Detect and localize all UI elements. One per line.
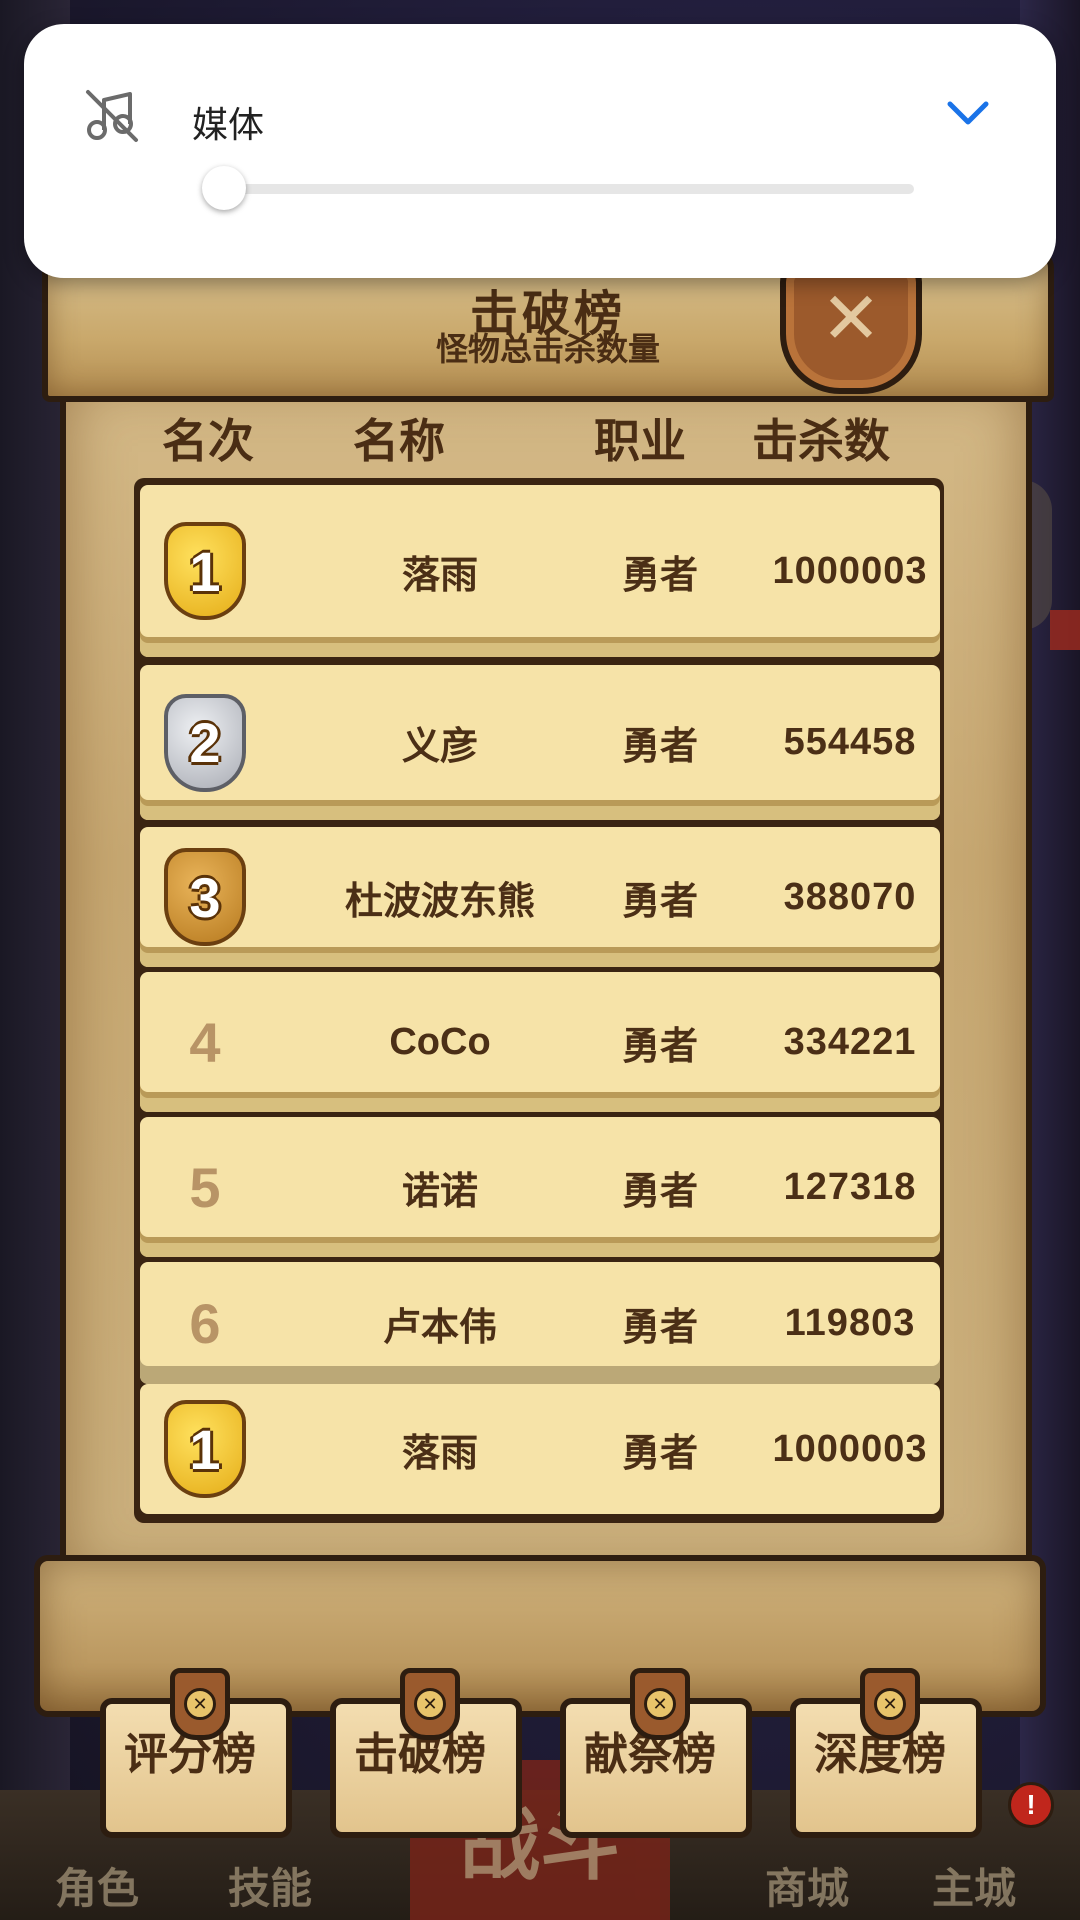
nav-item-role[interactable]: 角色 bbox=[55, 1855, 139, 1916]
rank-cell: 1 bbox=[140, 485, 270, 657]
table-row: 4 CoCo 勇者 334221 bbox=[140, 972, 940, 1112]
player-job: 勇者 bbox=[621, 880, 698, 923]
player-kills: 1000003 bbox=[772, 1427, 928, 1470]
player-name: 义彦 bbox=[401, 726, 478, 768]
player-job: 勇者 bbox=[621, 1306, 698, 1349]
background-banner bbox=[1050, 610, 1080, 650]
column-header-kills: 击杀数 bbox=[752, 415, 890, 467]
player-kills: 554458 bbox=[783, 721, 917, 763]
nav-item-shop[interactable]: 商城 bbox=[765, 1855, 849, 1916]
volume-slider-track[interactable] bbox=[204, 184, 914, 194]
rank-number: 5 bbox=[189, 1155, 221, 1219]
table-row: 2 义彦 勇者 554458 bbox=[140, 665, 940, 820]
rank-cell: 3 bbox=[140, 827, 270, 967]
pin-icon: ✕ bbox=[170, 1668, 230, 1740]
nav-item-town[interactable]: 主城 bbox=[932, 1855, 1016, 1916]
player-name: CoCo bbox=[389, 1020, 491, 1063]
rank-number: 6 bbox=[189, 1291, 221, 1355]
volume-slider-thumb[interactable] bbox=[202, 166, 246, 210]
rank-number: 4 bbox=[189, 1010, 221, 1074]
column-header-job: 职业 bbox=[594, 415, 686, 467]
tab-kill-board[interactable]: ✕ 击破榜 bbox=[330, 1668, 522, 1838]
player-job: 勇者 bbox=[621, 726, 698, 768]
music-muted-icon[interactable] bbox=[80, 84, 144, 148]
pin-icon: ✕ bbox=[860, 1668, 920, 1740]
pin-icon: ✕ bbox=[400, 1668, 460, 1740]
gold-medal-icon: 1 bbox=[164, 522, 246, 620]
player-job: 勇者 bbox=[621, 554, 698, 597]
volume-stream-label: 媒体 bbox=[192, 104, 265, 145]
gold-medal-icon: 1 bbox=[164, 1400, 246, 1498]
column-header-name: 名称 bbox=[353, 415, 445, 467]
player-kills: 119803 bbox=[784, 1301, 916, 1344]
tab-score-board[interactable]: ✕ 评分榜 bbox=[100, 1668, 292, 1838]
player-job: 勇者 bbox=[621, 1025, 698, 1068]
table-row: 1 落雨 勇者 1000003 bbox=[140, 485, 940, 657]
player-name: 杜波波东熊 bbox=[344, 880, 535, 923]
rank-cell: 1 bbox=[140, 1384, 270, 1514]
column-header-rank: 名次 bbox=[162, 415, 254, 467]
close-icon: ✕ bbox=[820, 279, 882, 359]
table-row: 5 诺诺 勇者 127318 bbox=[140, 1117, 940, 1257]
rank-cell: 2 bbox=[140, 665, 270, 820]
player-name: 落雨 bbox=[401, 554, 478, 597]
player-kills: 388070 bbox=[783, 875, 917, 918]
pin-icon: ✕ bbox=[630, 1668, 690, 1740]
player-name: 卢本伟 bbox=[382, 1306, 497, 1349]
tab-sacrifice-board[interactable]: ✕ 献祭榜 bbox=[560, 1668, 752, 1838]
tab-depth-board[interactable]: ✕ 深度榜 bbox=[790, 1668, 982, 1838]
player-job: 勇者 bbox=[621, 1170, 698, 1213]
player-name: 诺诺 bbox=[401, 1170, 478, 1213]
player-kills: 334221 bbox=[783, 1020, 917, 1063]
nav-item-skill[interactable]: 技能 bbox=[228, 1855, 312, 1916]
volume-panel: 媒体 bbox=[24, 24, 1056, 278]
player-name: 落雨 bbox=[401, 1432, 478, 1475]
player-job: 勇者 bbox=[621, 1432, 698, 1475]
silver-medal-icon: 2 bbox=[164, 693, 246, 792]
bronze-medal-icon: 3 bbox=[164, 848, 246, 946]
close-button[interactable]: ✕ bbox=[780, 262, 922, 394]
chevron-down-icon[interactable] bbox=[944, 94, 992, 134]
player-kills: 1000003 bbox=[772, 549, 928, 592]
alert-badge: ! bbox=[1008, 1782, 1054, 1828]
table-row: 3 杜波波东熊 勇者 388070 bbox=[140, 827, 940, 967]
player-kills: 127318 bbox=[783, 1165, 917, 1208]
table-row: 6 卢本伟 勇者 119803 bbox=[140, 1262, 940, 1384]
self-rank-row: 1 落雨 勇者 1000003 bbox=[140, 1384, 940, 1514]
